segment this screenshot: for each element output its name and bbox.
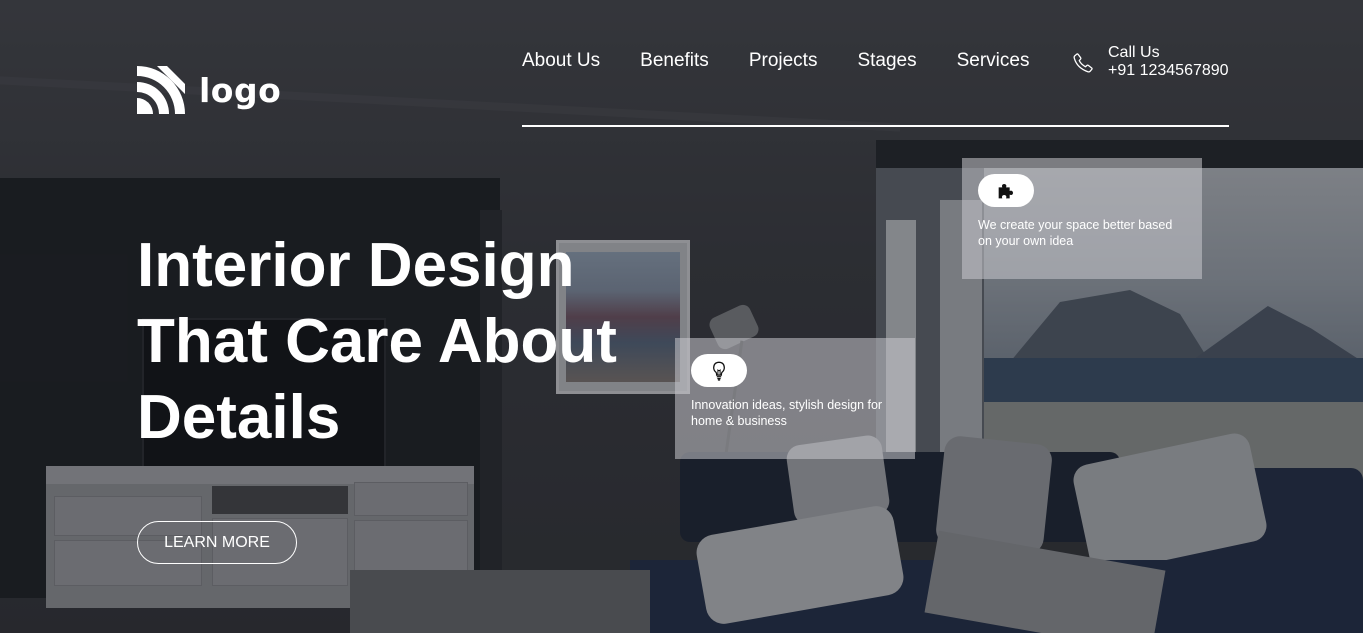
nav-item-stages[interactable]: Stages (857, 50, 916, 72)
hero-section: logo About Us Benefits Projects Stages S… (0, 0, 1363, 633)
call-label: Call Us (1108, 44, 1160, 61)
logo-link[interactable]: logo (137, 66, 281, 114)
nav-item-services[interactable]: Services (957, 50, 1030, 72)
call-text: Call Us +91 1234567890 (1108, 44, 1229, 80)
headline-line-1: Interior Design (137, 231, 575, 300)
headline-line-2: That Care About (137, 307, 617, 376)
call-us-link[interactable]: Call Us +91 1234567890 (1072, 44, 1229, 80)
phone-icon (1073, 53, 1093, 73)
headline-line-3: Details (137, 383, 341, 452)
nav-item-benefits[interactable]: Benefits (640, 50, 709, 72)
phone-number: +91 1234567890 (1108, 62, 1229, 79)
feature-icon-badge (691, 354, 747, 387)
feature-text: Innovation ideas, stylish design for hom… (691, 398, 883, 428)
feature-card-innovation: Innovation ideas, stylish design for hom… (675, 338, 915, 459)
feature-icon-badge (978, 174, 1034, 207)
lightbulb-icon (713, 361, 725, 381)
main-nav: About Us Benefits Projects Stages Servic… (522, 50, 1029, 72)
puzzle-icon (998, 183, 1014, 198)
logo-text: logo (199, 70, 282, 110)
hero-headline: Interior Design That Care About Details (137, 228, 657, 456)
nav-item-projects[interactable]: Projects (749, 50, 818, 72)
feature-text: We create your space better based on you… (978, 218, 1173, 248)
feature-card-custom-space: We create your space better based on you… (962, 158, 1202, 279)
nav-divider (522, 125, 1229, 127)
wifi-signal-logo-icon (137, 66, 185, 114)
nav-item-about-us[interactable]: About Us (522, 50, 600, 72)
learn-more-button[interactable]: LEARN MORE (137, 521, 297, 564)
